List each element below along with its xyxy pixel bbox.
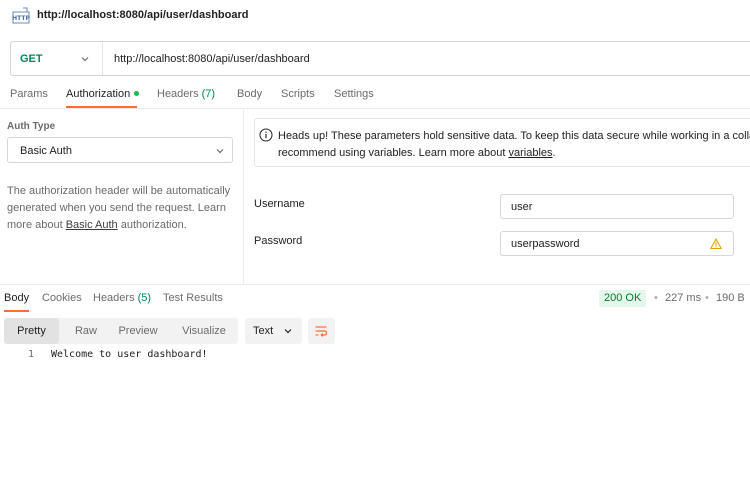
- method-label: GET: [20, 53, 43, 65]
- basic-auth-link[interactable]: Basic Auth: [66, 219, 118, 231]
- response-tab-cookies[interactable]: Cookies: [42, 292, 82, 304]
- password-field[interactable]: userpassword: [500, 231, 734, 256]
- info-icon: [259, 128, 273, 142]
- tab-label: Body: [237, 88, 263, 100]
- response-time[interactable]: 227 ms: [665, 292, 701, 304]
- tab-label: Headers: [157, 88, 199, 100]
- password-label: Password: [254, 235, 303, 247]
- response-tab-test-results[interactable]: Test Results: [163, 292, 223, 304]
- panel-divider[interactable]: [243, 109, 244, 284]
- heads-up-line: Heads up! These parameters hold sensitiv…: [278, 130, 750, 142]
- line-number: 1: [28, 349, 35, 360]
- request-title-bar: HTTP http://localhost:8080/api/user/dash…: [0, 0, 750, 34]
- heads-up-text: Heads up! These parameters hold sensitiv…: [278, 128, 750, 162]
- auth-type-value: Basic Auth: [20, 145, 72, 157]
- response-tab-headers[interactable]: Headers (5): [93, 292, 151, 304]
- tab-count: (7): [201, 88, 216, 100]
- heads-up-line: recommend using variables. Learn more ab…: [278, 145, 750, 162]
- view-mode-group: Pretty Raw Preview Visualize: [4, 318, 238, 344]
- chevron-down-icon: [284, 329, 292, 334]
- username-label: Username: [254, 198, 305, 210]
- tab-headers[interactable]: Headers (7): [157, 88, 215, 100]
- tab-params[interactable]: Params: [10, 88, 48, 100]
- active-indicator-dot: [134, 90, 140, 96]
- auth-type-dropdown[interactable]: Basic Auth: [7, 137, 233, 163]
- url-bar: GET http://localhost:8080/api/user/dashb…: [10, 41, 750, 76]
- format-dropdown[interactable]: Text: [245, 318, 302, 344]
- view-visualize-button[interactable]: Visualize: [176, 318, 232, 344]
- heads-up-notice: Heads up! These parameters hold sensitiv…: [254, 118, 750, 167]
- url-input[interactable]: http://localhost:8080/api/user/dashboard: [114, 53, 310, 65]
- method-dropdown[interactable]: GET: [11, 42, 103, 75]
- svg-text:HTTP: HTTP: [12, 15, 30, 22]
- active-tab-underline: [4, 310, 29, 312]
- auth-type-label: Auth Type: [7, 121, 56, 132]
- format-value: Text: [253, 325, 274, 337]
- tab-label: Settings: [334, 88, 374, 100]
- auth-description: The authorization header will be automat…: [7, 183, 239, 234]
- status-badge[interactable]: 200 OK: [599, 290, 647, 307]
- tab-label: Body: [4, 292, 30, 304]
- meta-separator: •: [705, 292, 709, 304]
- username-value: user: [511, 201, 533, 213]
- chevron-down-icon: [216, 149, 224, 154]
- tab-label: Authorization: [66, 88, 131, 100]
- tab-count: (5): [137, 292, 152, 304]
- tab-settings[interactable]: Settings: [334, 88, 374, 100]
- tab-label: Test Results: [163, 292, 223, 304]
- tab-scripts[interactable]: Scripts: [281, 88, 315, 100]
- tab-label: Cookies: [42, 292, 82, 304]
- tab-body[interactable]: Body: [237, 88, 262, 100]
- username-field[interactable]: user: [500, 194, 734, 219]
- tab-label: Scripts: [281, 88, 315, 100]
- tab-authorization[interactable]: Authorization: [66, 88, 140, 100]
- request-title[interactable]: http://localhost:8080/api/user/dashboard: [37, 9, 249, 21]
- view-pretty-button[interactable]: Pretty: [4, 318, 59, 344]
- view-raw-button[interactable]: Raw: [62, 318, 110, 344]
- divider: [0, 108, 750, 109]
- response-divider[interactable]: [0, 284, 750, 285]
- heads-up-line-text: recommend using variables. Learn more ab…: [278, 147, 509, 159]
- password-value: userpassword: [511, 238, 580, 250]
- http-request-icon: HTTP: [12, 7, 30, 24]
- view-preview-button[interactable]: Preview: [112, 318, 164, 344]
- meta-separator: •: [654, 292, 658, 304]
- chevron-down-icon: [81, 57, 89, 62]
- response-body-line[interactable]: Welcome to user dashboard!: [51, 349, 208, 360]
- wrap-lines-icon: [315, 326, 328, 337]
- variables-link[interactable]: variables: [509, 147, 553, 159]
- auth-description-text: authorization.: [117, 219, 187, 231]
- tab-label: Headers: [93, 292, 135, 304]
- heads-up-line-end: .: [552, 147, 556, 159]
- wrap-lines-button[interactable]: [308, 318, 335, 344]
- response-tab-body[interactable]: Body: [4, 292, 29, 304]
- warning-icon[interactable]: [710, 238, 722, 250]
- tab-label: Params: [10, 88, 48, 100]
- response-size[interactable]: 190 B: [716, 292, 745, 304]
